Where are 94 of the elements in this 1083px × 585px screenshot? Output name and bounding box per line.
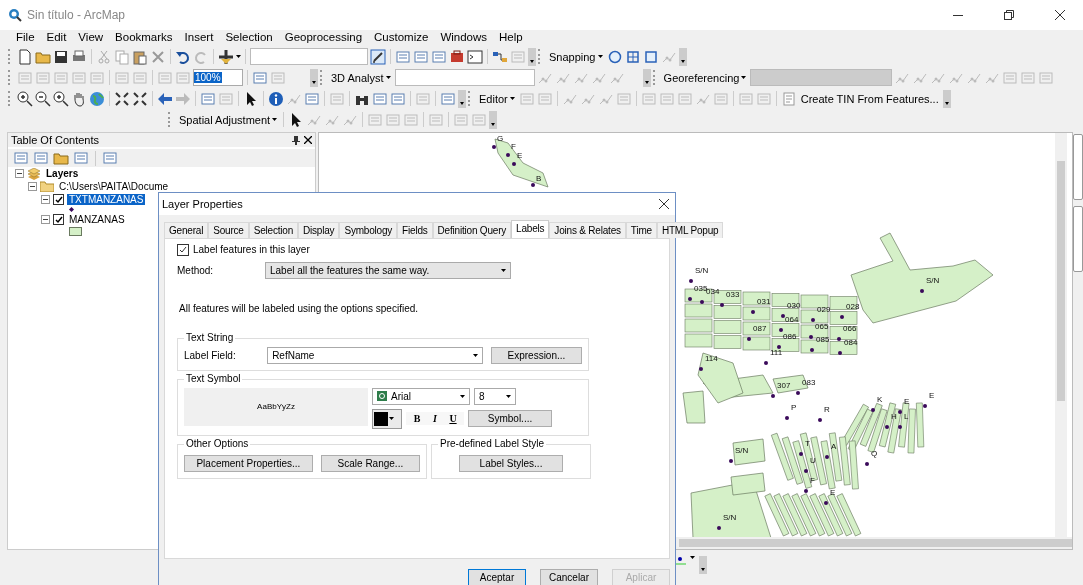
layer-name[interactable]: MANZANAS <box>67 214 127 225</box>
map-label: F <box>511 142 516 151</box>
field-label: Label Field: <box>184 349 237 361</box>
underline-button[interactable]: U <box>445 413 461 425</box>
label-field-dropdown[interactable]: RefName <box>267 346 483 364</box>
toolbar-dropdown[interactable]: Editor <box>477 92 517 105</box>
group-title: Text String <box>184 331 236 343</box>
method-dropdown[interactable]: Label all the features the same way. <box>265 261 511 279</box>
dialog-tab[interactable]: Labels <box>511 219 550 238</box>
menu-item[interactable]: Bookmarks <box>109 31 179 43</box>
dialog-tab[interactable]: General <box>164 221 209 238</box>
map-label: G <box>497 134 504 143</box>
dialog-tab[interactable]: Definition Query <box>432 221 512 238</box>
map-label: 086 <box>783 332 797 341</box>
layer-name[interactable]: TXTMANZANAS <box>67 194 146 205</box>
symbol-button[interactable]: Symbol.... <box>468 410 552 428</box>
map-label: Q <box>871 449 878 458</box>
label-styles-button[interactable]: Label Styles... <box>459 454 563 472</box>
map-label: 083 <box>802 378 816 387</box>
map-label: E <box>929 391 935 400</box>
dialog-tab[interactable]: Display <box>298 221 340 238</box>
map-label: 028 <box>846 302 860 311</box>
dialog-button[interactable]: Cancelar <box>540 569 598 585</box>
map-label: 085 <box>816 335 830 344</box>
map-label: S/N <box>723 513 737 522</box>
options-button[interactable]: Placement Properties... <box>184 454 313 472</box>
map-label: E <box>904 397 910 406</box>
expression-button[interactable]: Expression... <box>490 346 582 364</box>
toolbar-dropdown[interactable]: Snapping <box>547 50 605 63</box>
map-label: 064 <box>785 315 799 324</box>
zoom-field[interactable]: 100% <box>193 69 243 86</box>
layer-name[interactable]: Layers <box>44 168 81 179</box>
map-label: 111 <box>770 348 783 357</box>
size-dropdown[interactable]: 8 <box>474 387 516 405</box>
map-label: L <box>904 412 909 421</box>
map-label: S/N <box>695 266 709 275</box>
map-label: H <box>891 412 897 421</box>
menu-item[interactable]: Selection <box>219 31 279 43</box>
checkbox-label: Label features in this layer <box>193 244 310 256</box>
group-title: Other Options <box>184 437 251 449</box>
map-label: S/N <box>735 446 749 455</box>
map-label: 087 <box>753 324 767 333</box>
dialog-tab[interactable]: Fields <box>397 221 433 238</box>
map-label: 066 <box>843 324 857 333</box>
text-preview: AaBbYyZz <box>184 387 368 426</box>
menu-item[interactable]: Geoprocessing <box>278 31 369 43</box>
map-label: 084 <box>844 338 858 347</box>
map-label: 307 <box>777 381 791 390</box>
map-label: B <box>536 174 542 183</box>
dialog-tab[interactable]: Selection <box>248 221 299 238</box>
dialog-tab[interactable]: Joins & Relates <box>549 221 626 238</box>
map-label: 029 <box>817 305 831 314</box>
dialog-title: Layer Properties <box>162 197 243 210</box>
map-label: K <box>877 395 883 404</box>
toolbar-dropdown[interactable]: Spatial Adjustment <box>177 113 280 126</box>
map-label: 031 <box>757 297 771 306</box>
map-label: 033 <box>726 290 740 299</box>
map-label: F <box>810 476 815 485</box>
method-label: Method: <box>177 264 215 276</box>
menu-item[interactable]: View <box>72 31 110 43</box>
dialog-tab[interactable]: Source <box>208 221 249 238</box>
menu-item[interactable]: Windows <box>434 31 494 43</box>
create-tin-button[interactable]: Create TIN From Features... <box>798 92 941 105</box>
dialog-tab[interactable]: Time <box>625 221 657 238</box>
map-label: 114 <box>705 354 718 363</box>
map-label: U <box>810 456 816 465</box>
map-label: E <box>830 488 836 497</box>
group-title: Text Symbol <box>184 372 243 384</box>
map-label: S/N <box>926 276 940 285</box>
map-label: R <box>824 405 830 414</box>
menu-item[interactable]: Customize <box>368 31 435 43</box>
menu-item[interactable]: Help <box>493 31 529 43</box>
map-label: E <box>517 151 523 160</box>
window-title: Sin título - ArcMap <box>27 8 127 22</box>
menu-item[interactable]: File <box>10 31 41 43</box>
italic-button[interactable]: I <box>427 413 443 425</box>
map-label: 034 <box>706 287 720 296</box>
dialog-button[interactable]: Aceptar <box>468 569 526 585</box>
map-label: P <box>791 403 797 412</box>
menu-item[interactable]: Insert <box>178 31 220 43</box>
toolbar-dropdown[interactable]: Georeferencing <box>661 71 749 84</box>
layer-name[interactable]: C:\Users\PAITA\Docume <box>57 181 171 192</box>
font-dropdown[interactable]: Arial <box>372 387 470 405</box>
menu-item[interactable]: Edit <box>40 31 73 43</box>
group-title: Pre-defined Label Style <box>438 437 546 449</box>
options-button[interactable]: Scale Range... <box>320 454 420 472</box>
toolbar-dropdown[interactable]: 3D Analyst <box>329 71 393 84</box>
map-label: 030 <box>787 301 801 310</box>
panel-title: Table Of Contents <box>11 134 100 146</box>
map-label: 065 <box>815 322 829 331</box>
map-label: T <box>805 439 810 448</box>
dialog-tab[interactable]: Symbology <box>339 221 398 238</box>
bold-button[interactable]: B <box>409 413 425 425</box>
map-label: A <box>831 442 837 451</box>
